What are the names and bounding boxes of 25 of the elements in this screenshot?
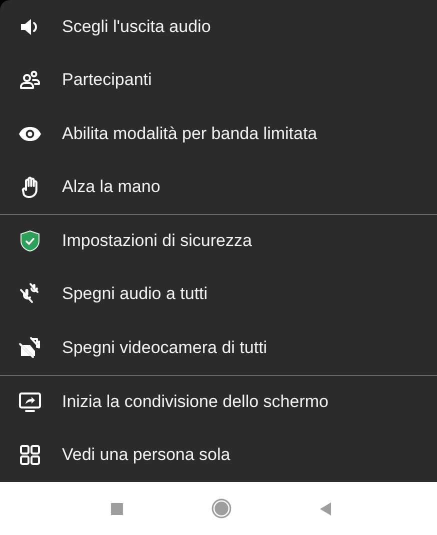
home-icon[interactable] (211, 498, 232, 519)
menu-item-label: Partecipanti (62, 70, 152, 90)
grid-icon (18, 442, 42, 467)
menu-item-label: Abilita modalità per banda limitata (62, 124, 318, 144)
menu-item-label: Inizia la condivisione dello schermo (62, 392, 328, 412)
shield-icon (18, 229, 42, 254)
menu-item-label: Spegni videocamera di tutti (62, 338, 268, 358)
recents-icon[interactable] (109, 500, 125, 516)
menu-item-label: Alza la mano (62, 177, 160, 198)
menu-item-label: Impostazioni di sicurezza (62, 231, 252, 252)
menu-item-label: Vedi una persona sola (62, 444, 230, 465)
screen-share-icon (18, 390, 42, 414)
menu-item[interactable]: Impostazioni di sicurezza (0, 215, 437, 268)
menu-item[interactable]: Alza la mano (0, 160, 437, 214)
menu-item[interactable]: Spegni videocamera di tutti (0, 321, 437, 374)
menu-item-label: Scegli l'uscita audio (62, 16, 211, 37)
menu-item[interactable]: Inizia la condivisione dello schermo (0, 376, 437, 428)
menu-item[interactable]: Partecipanti (0, 54, 437, 107)
camera-off-icon (18, 336, 42, 360)
menu-item-label: Spegni audio a tutti (62, 284, 208, 304)
menu-item[interactable]: Spegni audio a tutti (0, 268, 437, 321)
menu-item[interactable]: Abilita modalità per banda limitata (0, 107, 437, 160)
menu-item[interactable]: Scegli l'uscita audio (0, 0, 437, 54)
back-icon[interactable] (318, 500, 334, 516)
menu-item[interactable]: Vedi una persona sola (0, 428, 437, 482)
